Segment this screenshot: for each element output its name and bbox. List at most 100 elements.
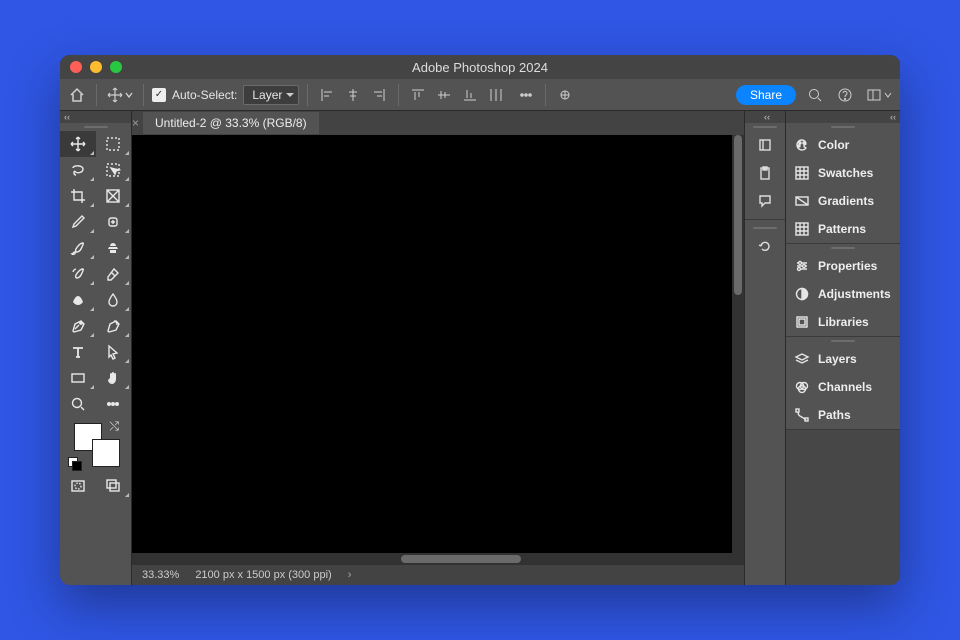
- more-options-button[interactable]: [515, 84, 537, 106]
- swap-colors-icon[interactable]: ⤭: [109, 419, 119, 434]
- panels-dock: ‹‹ Color Swatches Gradients Patterns Pro…: [786, 111, 900, 585]
- status-caret-icon[interactable]: ›: [348, 569, 352, 581]
- tools-panel: ‹‹: [60, 111, 132, 585]
- panel-label: Paths: [818, 408, 851, 422]
- gradients-panel-tab[interactable]: Gradients: [786, 187, 900, 215]
- align-bottom-button[interactable]: [459, 84, 481, 106]
- canvas-viewport[interactable]: [132, 135, 744, 565]
- channels-panel-tab[interactable]: Channels: [786, 373, 900, 401]
- move-tool[interactable]: [60, 131, 96, 157]
- clipboard-panel-icon[interactable]: [745, 159, 785, 187]
- adjustments-panel-tab[interactable]: Adjustments: [786, 280, 900, 308]
- move-tool-indicator[interactable]: [105, 84, 135, 106]
- crop-tool[interactable]: [60, 183, 96, 209]
- app-title: Adobe Photoshop 2024: [60, 60, 900, 75]
- canvas[interactable]: [132, 135, 732, 553]
- auto-select-group: ✓ Auto-Select: Layer: [152, 85, 299, 105]
- curvature-pen-tool[interactable]: [96, 313, 132, 339]
- color-panel-tab[interactable]: Color: [786, 131, 900, 159]
- expand-narrow-button[interactable]: ‹‹: [745, 111, 785, 123]
- type-tool[interactable]: [60, 339, 96, 365]
- clone-stamp-tool[interactable]: [96, 235, 132, 261]
- align-right-button[interactable]: [368, 84, 390, 106]
- swatches-panel-tab[interactable]: Swatches: [786, 159, 900, 187]
- history-brush-tool[interactable]: [60, 261, 96, 287]
- narrow-gripper[interactable]: [745, 123, 785, 131]
- panel-gripper[interactable]: [786, 337, 900, 345]
- quick-select-tool[interactable]: [96, 157, 132, 183]
- zoom-level[interactable]: 33.33%: [142, 569, 179, 581]
- pen-tool[interactable]: [60, 313, 96, 339]
- home-button[interactable]: [66, 84, 88, 106]
- libraries-panel-tab[interactable]: Libraries: [786, 308, 900, 336]
- panel-gripper[interactable]: [786, 244, 900, 252]
- search-button[interactable]: [804, 84, 826, 106]
- rectangle-tool[interactable]: [60, 365, 96, 391]
- document-tab[interactable]: Untitled-2 @ 33.3% (RGB/8): [143, 112, 319, 134]
- workspace: ‹‹: [60, 111, 900, 585]
- panel-label: Gradients: [818, 194, 874, 208]
- eraser-tool[interactable]: [96, 261, 132, 287]
- auto-select-checkbox[interactable]: ✓: [152, 88, 166, 102]
- screen-mode-button[interactable]: [96, 473, 132, 499]
- eyedropper-tool[interactable]: [60, 209, 96, 235]
- separator: [143, 84, 144, 106]
- patterns-panel-tab[interactable]: Patterns: [786, 215, 900, 243]
- narrow-gripper[interactable]: [745, 224, 785, 232]
- distribute-button[interactable]: [485, 84, 507, 106]
- zoom-tool[interactable]: [60, 391, 96, 417]
- learn-panel-icon[interactable]: [745, 131, 785, 159]
- edit-toolbar-button[interactable]: [96, 391, 132, 417]
- layers-panel-tab[interactable]: Layers: [786, 345, 900, 373]
- default-colors-icon[interactable]: [68, 457, 80, 469]
- document-info[interactable]: 2100 px x 1500 px (300 ppi): [195, 569, 331, 581]
- 3d-mode-button[interactable]: [554, 84, 576, 106]
- history-panel-icon[interactable]: [745, 232, 785, 260]
- align-center-v-button[interactable]: [433, 84, 455, 106]
- document-area: × Untitled-2 @ 33.3% (RGB/8) 33.33% 2100…: [132, 111, 744, 585]
- workspace-dropdown[interactable]: [864, 84, 894, 106]
- comments-panel-icon[interactable]: [745, 187, 785, 215]
- align-horizontal-group: [316, 84, 390, 106]
- blur-tool[interactable]: [96, 287, 132, 313]
- align-left-button[interactable]: [316, 84, 338, 106]
- collapse-tools-button[interactable]: ‹‹: [60, 111, 131, 123]
- close-tab-button[interactable]: ×: [132, 116, 139, 130]
- background-color[interactable]: [92, 439, 120, 467]
- gradient-tool[interactable]: [60, 287, 96, 313]
- collapse-panels-button[interactable]: ‹‹: [786, 111, 900, 123]
- vertical-scrollbar[interactable]: [734, 135, 742, 295]
- tools-gripper[interactable]: [60, 123, 131, 131]
- lasso-tool[interactable]: [60, 157, 96, 183]
- panel-label: Swatches: [818, 166, 873, 180]
- marquee-tool[interactable]: [96, 131, 132, 157]
- separator: [307, 84, 308, 106]
- help-button[interactable]: [834, 84, 856, 106]
- panel-gripper[interactable]: [786, 123, 900, 131]
- auto-select-mode-dropdown[interactable]: Layer: [243, 85, 299, 105]
- share-button[interactable]: Share: [736, 85, 796, 105]
- align-top-button[interactable]: [407, 84, 429, 106]
- separator: [545, 84, 546, 106]
- panel-label: Color: [818, 138, 849, 152]
- paths-panel-tab[interactable]: Paths: [786, 401, 900, 429]
- quick-mask-button[interactable]: [60, 473, 96, 499]
- properties-panel-tab[interactable]: Properties: [786, 252, 900, 280]
- align-center-h-button[interactable]: [342, 84, 364, 106]
- document-tabs: × Untitled-2 @ 33.3% (RGB/8): [132, 111, 744, 135]
- app-window: Adobe Photoshop 2024 ✓ Auto-Select: Laye…: [60, 55, 900, 585]
- horizontal-scrollbar[interactable]: [401, 555, 521, 563]
- color-swatches-control[interactable]: ⤭: [68, 421, 123, 469]
- options-bar: ✓ Auto-Select: Layer Share: [60, 79, 900, 111]
- panel-label: Libraries: [818, 315, 869, 329]
- path-select-tool[interactable]: [96, 339, 132, 365]
- brush-tool[interactable]: [60, 235, 96, 261]
- collapsed-panels-column: ‹‹: [744, 111, 786, 585]
- panel-label: Adjustments: [818, 287, 891, 301]
- hand-tool[interactable]: [96, 365, 132, 391]
- healing-brush-tool[interactable]: [96, 209, 132, 235]
- separator: [96, 84, 97, 106]
- align-vertical-group: [407, 84, 507, 106]
- frame-tool[interactable]: [96, 183, 132, 209]
- panel-label: Layers: [818, 352, 857, 366]
